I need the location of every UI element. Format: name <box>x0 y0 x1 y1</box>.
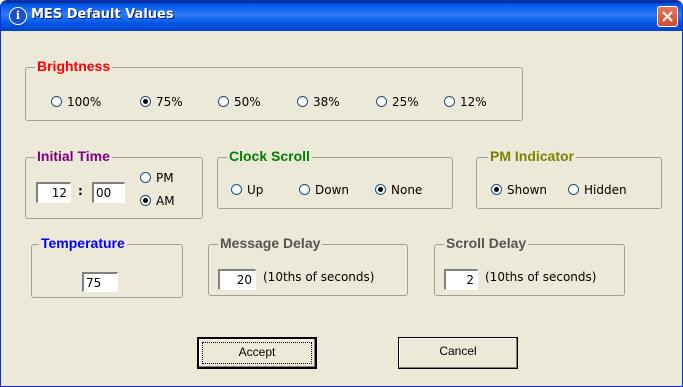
radio-icon <box>299 184 310 195</box>
title-bar[interactable]: i MES Default Values <box>1 1 682 31</box>
window-title: MES Default Values <box>31 7 174 22</box>
radio-selected-icon <box>140 195 151 206</box>
scroll-delay-label: Scroll Delay <box>444 234 529 252</box>
focus-rectangle <box>202 342 312 364</box>
pm-indicator-label: PM Indicator <box>488 147 577 165</box>
message-delay-input[interactable]: 20 <box>218 269 256 290</box>
scroll-delay-input[interactable]: 2 <box>444 269 478 290</box>
pm-indicator-group: PM Indicator Shown Hidden <box>476 147 662 209</box>
temperature-input[interactable]: 75 <box>82 272 118 292</box>
clock-scroll-label: Clock Scroll <box>227 147 312 165</box>
info-icon: i <box>9 7 27 25</box>
clock-scroll-group: Clock Scroll Up Down None <box>217 147 453 209</box>
temperature-group: Temperature 75 <box>31 234 183 298</box>
scroll-delay-unit: (10ths of seconds) <box>485 270 597 284</box>
radio-selected-icon <box>491 184 502 195</box>
minute-input[interactable]: 00 <box>92 182 125 203</box>
close-button[interactable] <box>657 6 678 27</box>
radio-icon <box>51 96 62 107</box>
brightness-group: Brightness 100% 75% 50% 38% 25% 12% <box>25 57 523 121</box>
radio-icon <box>231 184 242 195</box>
message-delay-label: Message Delay <box>218 234 323 252</box>
radio-icon <box>297 96 308 107</box>
radio-icon <box>218 96 229 107</box>
dialog-window: i MES Default Values Brightness 100% 75%… <box>0 0 683 387</box>
radio-selected-icon <box>140 96 151 107</box>
message-delay-unit: (10ths of seconds) <box>263 270 375 284</box>
cancel-button[interactable]: Cancel <box>398 337 518 369</box>
close-icon <box>662 11 673 22</box>
temperature-label: Temperature <box>39 234 127 252</box>
message-delay-group: Message Delay 20 (10ths of seconds) <box>208 234 408 296</box>
radio-icon <box>140 172 151 183</box>
brightness-label: Brightness <box>35 57 113 75</box>
radio-icon <box>444 96 455 107</box>
initial-time-group: Initial Time 12 : 00 PM AM <box>25 147 203 219</box>
hour-input[interactable]: 12 <box>36 182 71 203</box>
radio-icon <box>376 96 387 107</box>
initial-time-label: Initial Time <box>35 147 112 165</box>
radio-selected-icon <box>375 184 386 195</box>
accept-button[interactable]: Accept <box>197 337 317 369</box>
time-separator: : <box>78 184 83 198</box>
radio-icon <box>568 184 579 195</box>
scroll-delay-group: Scroll Delay 2 (10ths of seconds) <box>434 234 625 296</box>
